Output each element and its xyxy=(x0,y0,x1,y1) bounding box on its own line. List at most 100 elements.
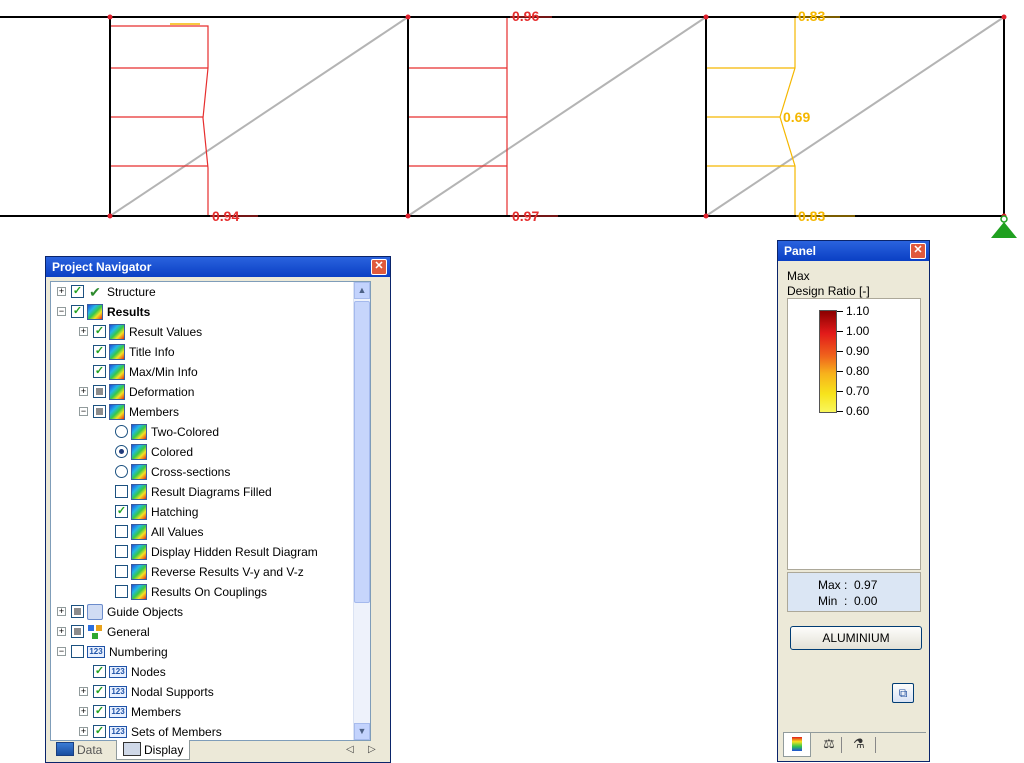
checkbox[interactable] xyxy=(115,545,128,558)
max-min-info: Max : 0.97 Min : 0.00 xyxy=(787,572,921,612)
tree-item[interactable]: + Guide Objects xyxy=(51,602,370,622)
bay-2-diagram xyxy=(408,16,520,216)
legend-tick xyxy=(837,411,843,412)
results-icon xyxy=(131,564,147,580)
expand-icon[interactable]: + xyxy=(79,727,88,736)
tree-item[interactable]: ✓ Title Info xyxy=(51,342,370,362)
checkbox[interactable]: ✓ xyxy=(93,725,106,738)
expand-icon[interactable]: + xyxy=(79,707,88,716)
tree-item[interactable]: Cross-sections xyxy=(51,462,370,482)
display-icon xyxy=(123,742,141,756)
tree-item[interactable]: + ✓ 123 Sets of Members xyxy=(51,722,370,740)
tree-item-label: Display Hidden Result Diagram xyxy=(151,545,318,559)
filter-tab-icon[interactable]: ⚗ xyxy=(845,733,873,757)
checkbox[interactable]: ✓ xyxy=(93,345,106,358)
checkbox[interactable]: ✓ xyxy=(93,365,106,378)
numbering-icon: 123 xyxy=(87,646,105,658)
tree-item-label: Structure xyxy=(107,285,156,299)
tree-item[interactable]: − ✓ Results xyxy=(51,302,370,322)
tab-separator xyxy=(841,737,842,753)
tree-item[interactable]: + ✓ Result Values xyxy=(51,322,370,342)
checkbox[interactable] xyxy=(115,585,128,598)
tree-item-label: Colored xyxy=(151,445,194,459)
tab-display[interactable]: Display xyxy=(116,740,191,760)
scroll-thumb[interactable] xyxy=(354,301,370,603)
checkbox[interactable] xyxy=(93,385,106,398)
node xyxy=(703,213,709,219)
nodal-support-icon xyxy=(991,215,1017,238)
balance-tab-icon[interactable]: ⚖ xyxy=(815,733,843,757)
tree-item[interactable]: ✓ Hatching xyxy=(51,502,370,522)
results-icon xyxy=(131,444,147,460)
scroll-down-icon[interactable]: ▼ xyxy=(354,723,370,740)
tree-item[interactable]: + ✓ 123 Nodal Supports xyxy=(51,682,370,702)
tree-item[interactable]: + Deformation xyxy=(51,382,370,402)
checkbox[interactable]: ✓ xyxy=(93,705,106,718)
tree-item[interactable]: Two-Colored xyxy=(51,422,370,442)
expand-icon[interactable]: + xyxy=(79,687,88,696)
panel-heading: Max Design Ratio [-] xyxy=(787,269,870,299)
checkbox[interactable]: ✓ xyxy=(93,685,106,698)
close-icon[interactable]: ✕ xyxy=(371,259,387,275)
tree-item[interactable]: ✓ Max/Min Info xyxy=(51,362,370,382)
collapse-icon[interactable]: − xyxy=(79,407,88,416)
color-scale-tab-icon[interactable] xyxy=(783,733,811,757)
results-icon xyxy=(87,304,103,320)
expand-icon[interactable]: + xyxy=(57,627,66,636)
radio-button[interactable] xyxy=(115,465,128,478)
checkbox[interactable] xyxy=(115,565,128,578)
value-label-bay3-mid: 0.69 xyxy=(783,109,810,125)
checkbox[interactable] xyxy=(93,405,106,418)
legend-tick-label: 1.00 xyxy=(846,324,870,338)
tab-data[interactable]: Data xyxy=(50,740,108,760)
expand-icon[interactable]: + xyxy=(79,387,88,396)
checkbox[interactable]: ✓ xyxy=(93,665,106,678)
tree-scrollbar[interactable]: ▲ ▼ xyxy=(353,282,370,740)
checkbox[interactable]: ✓ xyxy=(71,285,84,298)
radio-button[interactable] xyxy=(115,425,128,438)
panel-heading-ratio: Design Ratio [-] xyxy=(787,284,870,298)
tab-prev-icon[interactable]: ◁ xyxy=(346,740,354,760)
checkbox[interactable] xyxy=(115,485,128,498)
result-panel: Panel ✕ Max Design Ratio [-] 1.10 1.00 0.9… xyxy=(777,240,930,762)
tree-item[interactable]: Reverse Results V-y and V-z xyxy=(51,562,370,582)
navigator-tabs: Data Display ◁ ▷ xyxy=(50,740,390,762)
checkbox[interactable] xyxy=(115,525,128,538)
min-value: Min : 0.00 xyxy=(818,594,878,608)
checkbox[interactable]: ✓ xyxy=(93,325,106,338)
tree-item[interactable]: Colored xyxy=(51,442,370,462)
tree-item-label: Deformation xyxy=(129,385,195,399)
value-label-bay3-top: 0.83 xyxy=(798,8,825,24)
collapse-icon[interactable]: − xyxy=(57,307,66,316)
tree-item[interactable]: + General xyxy=(51,622,370,642)
tab-next-icon[interactable]: ▷ xyxy=(368,740,376,760)
checkbox[interactable] xyxy=(71,645,84,658)
tree-item[interactable]: + ✓ ✔ Structure xyxy=(51,282,370,302)
node xyxy=(1001,14,1007,20)
collapse-icon[interactable]: − xyxy=(57,647,66,656)
expand-icon[interactable]: + xyxy=(57,287,66,296)
material-button[interactable]: ALUMINIUM xyxy=(790,626,922,650)
checkbox[interactable] xyxy=(71,625,84,638)
tree-item-label: Title Info xyxy=(129,345,175,359)
tree-item[interactable]: + ✓ 123 Members xyxy=(51,702,370,722)
expand-icon[interactable]: + xyxy=(79,327,88,336)
checkbox[interactable] xyxy=(71,605,84,618)
tree-item[interactable]: All Values xyxy=(51,522,370,542)
zoom-icon[interactable]: ⧉ xyxy=(892,683,914,703)
close-icon[interactable]: ✕ xyxy=(910,243,926,259)
checkbox[interactable]: ✓ xyxy=(115,505,128,518)
tree-item[interactable]: ✓ 123 Nodes xyxy=(51,662,370,682)
scroll-up-icon[interactable]: ▲ xyxy=(354,282,370,299)
structure-icon: ✔ xyxy=(89,284,101,300)
tree-item[interactable]: Result Diagrams Filled xyxy=(51,482,370,502)
tree-item[interactable]: Results On Couplings xyxy=(51,582,370,602)
results-icon xyxy=(131,484,147,500)
tree-item[interactable]: − 123 Numbering xyxy=(51,642,370,662)
checkbox[interactable]: ✓ xyxy=(71,305,84,318)
tree-item[interactable]: − Members xyxy=(51,402,370,422)
tree-item[interactable]: Display Hidden Result Diagram xyxy=(51,542,370,562)
expand-icon[interactable]: + xyxy=(57,607,66,616)
radio-button[interactable] xyxy=(115,445,128,458)
numbering-icon: 123 xyxy=(109,686,127,698)
